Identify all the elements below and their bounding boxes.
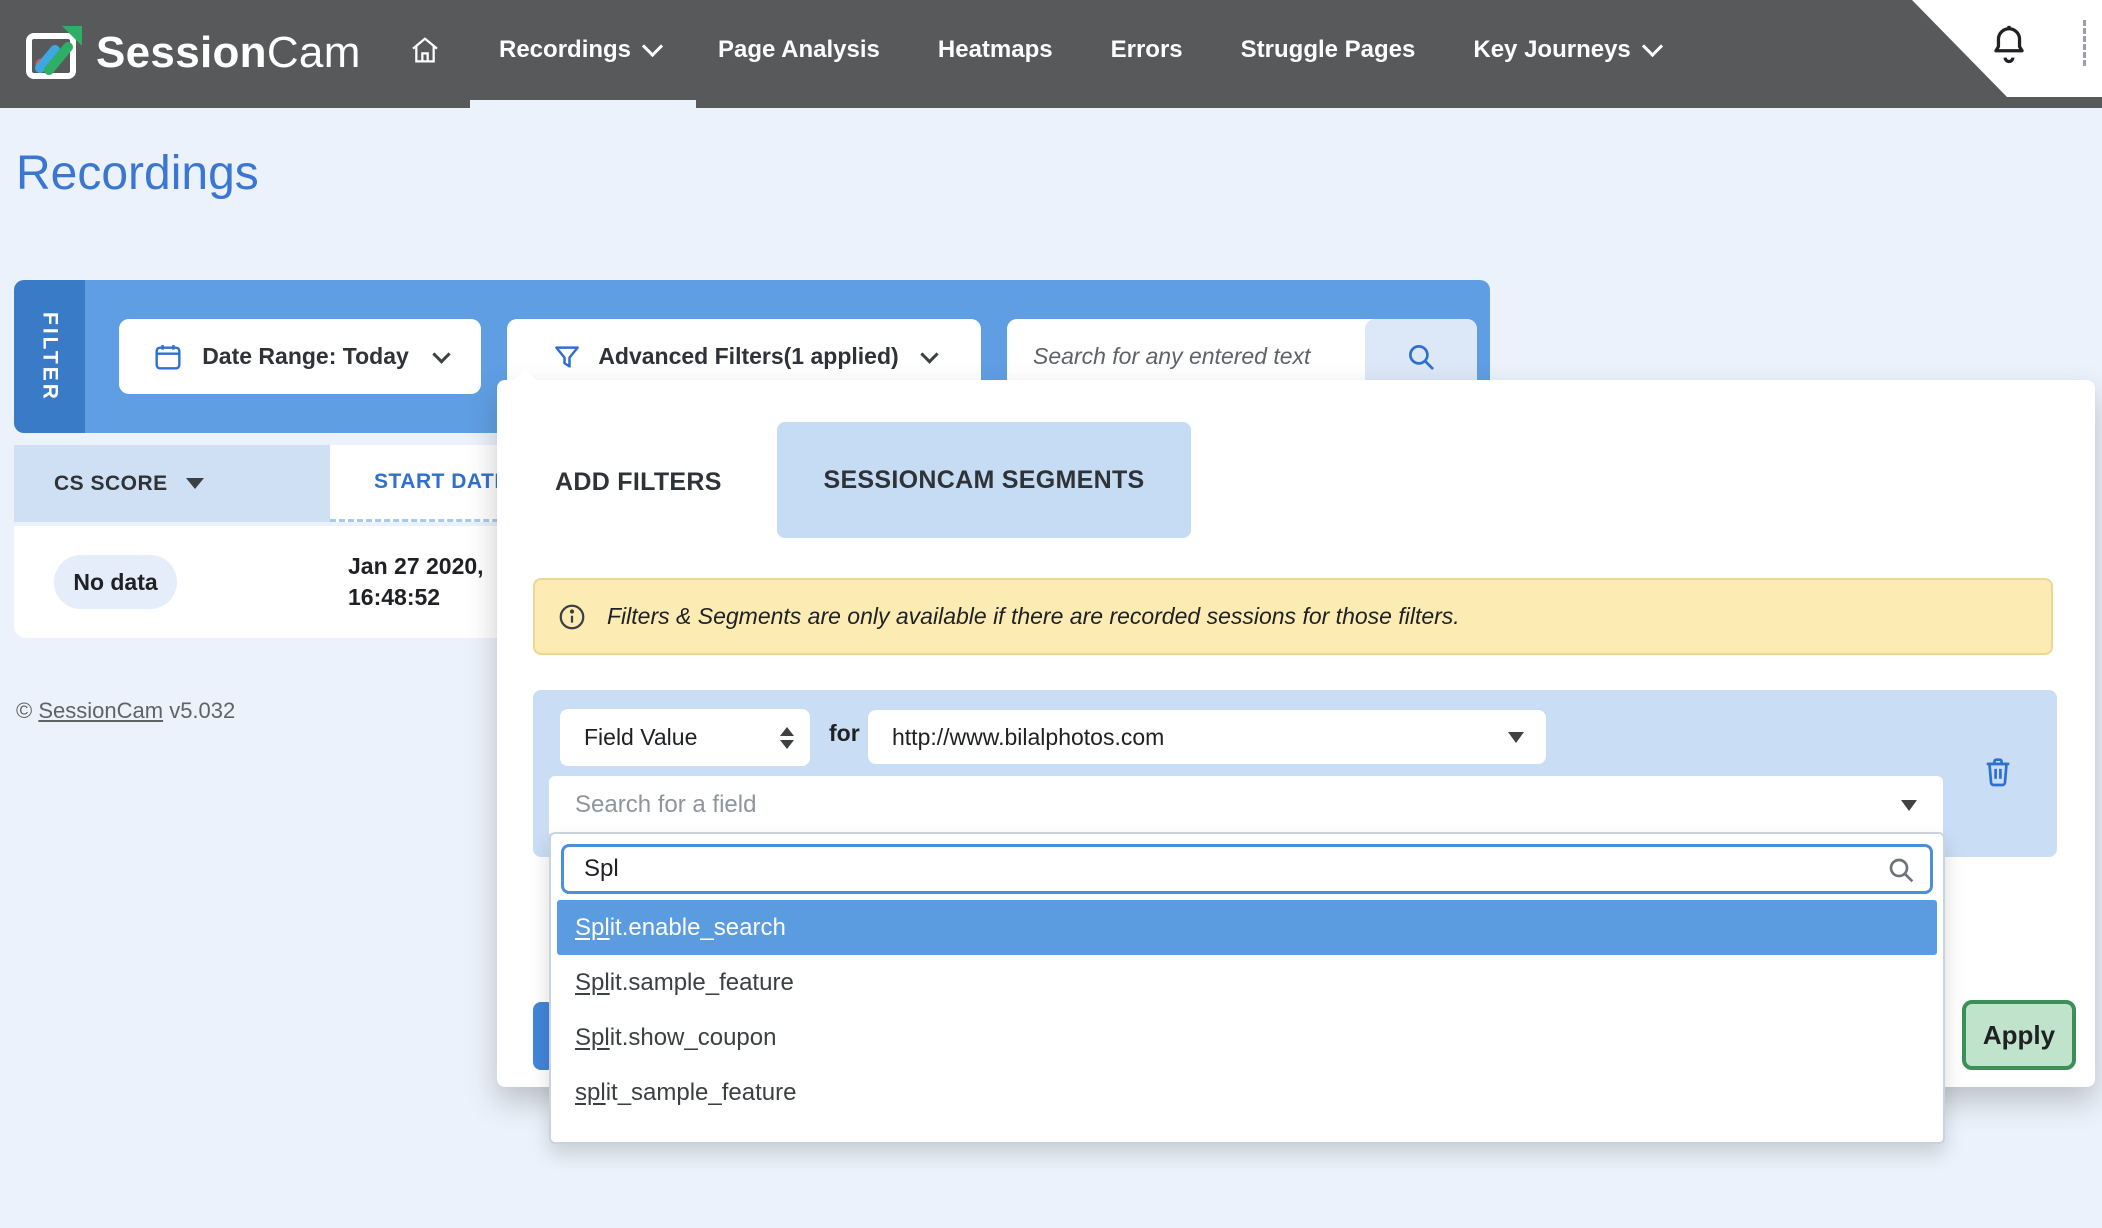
nav-item-label: Heatmaps bbox=[938, 36, 1053, 64]
active-tab-indicator bbox=[470, 100, 696, 108]
delete-filter-button[interactable] bbox=[1981, 754, 2015, 793]
nav-item-struggle-pages[interactable]: Struggle Pages bbox=[1212, 36, 1445, 64]
brand-logo[interactable]: SessionCam bbox=[24, 24, 361, 82]
nav-item-recordings[interactable]: Recordings bbox=[470, 36, 689, 64]
info-icon bbox=[557, 602, 587, 632]
chevron-down-icon bbox=[642, 36, 663, 57]
sessioncam-footer-link[interactable]: SessionCam bbox=[38, 698, 163, 723]
apply-button[interactable]: Apply bbox=[1962, 1000, 2076, 1070]
home-icon bbox=[409, 34, 441, 66]
nav-item-home[interactable] bbox=[380, 34, 470, 66]
info-banner-text: Filters & Segments are only available if… bbox=[607, 603, 1460, 630]
suggestion-item[interactable]: Split.enable_search bbox=[557, 900, 1937, 955]
dropdown-caret-icon bbox=[1508, 732, 1524, 743]
advanced-filters-label: Advanced Filters(1 applied) bbox=[598, 343, 898, 370]
copyright-symbol: © bbox=[16, 698, 32, 723]
top-navbar: SessionCam Recordings Page Analysis Heat… bbox=[0, 0, 2102, 108]
dropdown-caret-icon bbox=[1901, 800, 1917, 811]
column-header-cs-score[interactable]: CS SCORE bbox=[14, 445, 330, 522]
nav-item-label: Struggle Pages bbox=[1241, 36, 1416, 64]
footer-copyright: © SessionCam v5.032 bbox=[16, 698, 235, 724]
sessioncam-logo-icon bbox=[24, 24, 82, 82]
version-label: v5.032 bbox=[169, 698, 235, 723]
nav-items: Recordings Page Analysis Heatmaps Errors… bbox=[380, 0, 1689, 100]
chevron-down-icon bbox=[432, 345, 450, 363]
site-select-value: http://www.bilalphotos.com bbox=[892, 724, 1164, 751]
field-suggestions-popup: Split.enable_search Split.sample_feature… bbox=[549, 832, 1945, 1144]
filter-side-tab-label: FILTER bbox=[38, 312, 62, 402]
start-date-header-label: START DATE bbox=[374, 470, 509, 494]
nav-item-label: Recordings bbox=[499, 36, 631, 64]
panel-pointer-notch bbox=[513, 369, 537, 381]
kebab-menu-icon[interactable] bbox=[2083, 20, 2086, 66]
start-date-line1: Jan 27 2020, bbox=[348, 551, 484, 582]
field-search-input[interactable] bbox=[561, 844, 1933, 894]
tab-add-filters[interactable]: ADD FILTERS bbox=[555, 468, 722, 497]
notifications-button[interactable] bbox=[1986, 22, 2032, 73]
search-icon bbox=[1885, 854, 1917, 891]
nav-item-heatmaps[interactable]: Heatmaps bbox=[909, 36, 1082, 64]
field-type-value: Field Value bbox=[584, 724, 697, 751]
suggestion-item[interactable]: Split.sample_feature bbox=[557, 955, 1937, 1010]
trash-icon bbox=[1981, 754, 2015, 788]
chevron-down-icon bbox=[920, 345, 938, 363]
calendar-icon bbox=[152, 341, 184, 373]
start-date-cell: Jan 27 2020, 16:48:52 bbox=[348, 551, 484, 613]
navbar-corner-cutout bbox=[1912, 0, 2102, 97]
start-date-line2: 16:48:52 bbox=[348, 582, 484, 613]
nav-item-page-analysis[interactable]: Page Analysis bbox=[689, 36, 909, 64]
chevron-down-icon bbox=[1642, 36, 1663, 57]
filter-side-tab[interactable]: FILTER bbox=[14, 280, 85, 433]
nav-item-label: Key Journeys bbox=[1473, 36, 1630, 64]
site-select[interactable]: http://www.bilalphotos.com bbox=[868, 710, 1546, 764]
suggestion-item[interactable]: Split.show_coupon bbox=[557, 1010, 1937, 1065]
nav-item-errors[interactable]: Errors bbox=[1082, 36, 1212, 64]
suggestion-item[interactable]: split_sample_feature bbox=[557, 1065, 1937, 1120]
select-spinner-icon bbox=[780, 727, 794, 749]
info-banner: Filters & Segments are only available if… bbox=[533, 578, 2053, 655]
search-icon bbox=[1404, 340, 1438, 374]
page-title: Recordings bbox=[16, 146, 259, 201]
funnel-icon bbox=[552, 342, 582, 372]
nav-item-key-journeys[interactable]: Key Journeys bbox=[1444, 36, 1688, 64]
nav-item-label: Errors bbox=[1111, 36, 1183, 64]
nav-item-label: Page Analysis bbox=[718, 36, 880, 64]
field-search-wrap bbox=[561, 844, 1933, 894]
field-combo-placeholder: Search for a field bbox=[575, 791, 756, 819]
cs-score-badge: No data bbox=[54, 555, 177, 609]
bell-icon bbox=[1986, 22, 2032, 68]
advanced-filters-panel: ADD FILTERS SESSIONCAM SEGMENTS Filters … bbox=[497, 380, 2095, 1087]
field-combo-box[interactable]: Search for a field bbox=[549, 776, 1943, 834]
app-screen: SessionCam Recordings Page Analysis Heat… bbox=[0, 0, 2102, 1228]
sort-descending-icon bbox=[186, 478, 204, 489]
date-range-button[interactable]: Date Range: Today bbox=[119, 319, 481, 394]
cs-score-header-label: CS SCORE bbox=[54, 472, 168, 496]
field-type-select[interactable]: Field Value bbox=[560, 709, 810, 766]
brand-name: SessionCam bbox=[96, 28, 361, 78]
for-label: for bbox=[829, 720, 860, 747]
date-range-label: Date Range: Today bbox=[202, 343, 409, 370]
tab-sessioncam-segments[interactable]: SESSIONCAM SEGMENTS bbox=[777, 422, 1191, 538]
